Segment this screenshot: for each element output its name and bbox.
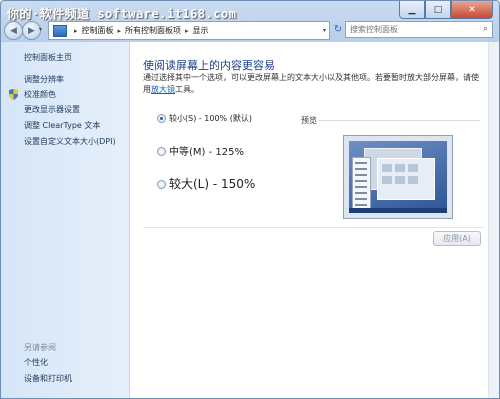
main-content: 使阅读屏幕上的内容更容易 通过选择其中一个选项，可以更改屏幕上的文本大小以及其他…	[130, 42, 488, 398]
refresh-icon[interactable]: ↻	[331, 22, 345, 37]
address-bar[interactable]: ▸ 控制面板 ▸ 所有控制面板项 ▸ 显示 ▾	[48, 21, 330, 40]
control-panel-icon	[53, 24, 67, 37]
preview-tile	[382, 176, 392, 184]
breadcrumb-control-panel[interactable]: 控制面板	[82, 25, 114, 36]
preview-tile	[408, 176, 418, 184]
breadcrumb-all-items[interactable]: 所有控制面板项	[125, 25, 181, 36]
preview-start-menu	[352, 157, 371, 211]
option-larger-label[interactable]: 较大(L) - 150%	[169, 175, 255, 192]
close-button[interactable]: ✕	[451, 1, 493, 19]
see-also-title: 另请参阅	[24, 343, 56, 352]
sidebar-item-personalization[interactable]: 个性化	[24, 357, 48, 368]
breadcrumb-separator-icon[interactable]: ▸	[74, 27, 78, 35]
breadcrumb-separator-icon[interactable]: ▸	[185, 27, 189, 35]
page-title: 使阅读屏幕上的内容更容易	[143, 59, 275, 72]
minimize-button[interactable]: ▁	[399, 1, 425, 19]
search-box[interactable]: ⌕	[345, 21, 493, 38]
sidebar-item-devices-printers[interactable]: 设备和打印机	[24, 373, 72, 384]
sidebar-item-resolution[interactable]: 调整分辨率	[24, 74, 64, 85]
maximize-button[interactable]: □	[425, 1, 451, 19]
preview-divider	[319, 120, 480, 121]
preview-taskbar	[349, 208, 447, 213]
preview-label: 预览	[301, 116, 317, 125]
preview-window-front	[377, 158, 435, 200]
preview-tile	[408, 164, 418, 172]
preview-screen	[349, 141, 447, 213]
sidebar-item-cleartype[interactable]: 调整 ClearType 文本	[24, 120, 100, 131]
magnifier-link[interactable]: 放大镜	[151, 85, 175, 94]
option-medium-label[interactable]: 中等(M) - 125%	[169, 143, 244, 158]
breadcrumb-display[interactable]: 显示	[193, 25, 209, 36]
radio-medium[interactable]	[157, 147, 166, 156]
radio-smaller[interactable]	[157, 114, 166, 123]
control-panel-window: 你的·软件频道 software.it168.com ▁ □ ✕ ◀ ▶ ▾ ▸…	[0, 0, 500, 399]
apply-divider	[143, 227, 483, 228]
search-icon[interactable]: ⌕	[483, 24, 488, 34]
preview-tile	[395, 164, 405, 172]
navigation-bar: ◀ ▶ ▾ ▸ 控制面板 ▸ 所有控制面板项 ▸ 显示 ▾ ↻ ⌕	[1, 19, 499, 41]
search-input[interactable]	[346, 22, 470, 36]
sidebar: 控制面板主页 调整分辨率 校准颜色 更改显示器设置 调整 ClearType 文…	[1, 42, 130, 398]
preview-tile	[382, 164, 392, 172]
radio-larger[interactable]	[157, 180, 166, 189]
recent-pages-dropdown[interactable]: ▾	[39, 26, 42, 33]
vertical-scrollbar[interactable]	[488, 42, 499, 398]
address-dropdown-icon[interactable]: ▾	[323, 27, 326, 34]
preview-image	[343, 135, 453, 219]
sidebar-item-home[interactable]: 控制面板主页	[24, 52, 72, 63]
sidebar-item-calibrate-color[interactable]: 校准颜色	[24, 89, 56, 100]
shield-icon	[9, 89, 18, 100]
option-smaller-label[interactable]: 较小(S) - 100% (默认)	[169, 113, 252, 124]
page-description: 通过选择其中一个选项，可以更改屏幕上的文本大小以及其他项。若要暂时放大部分屏幕，…	[143, 72, 483, 96]
sidebar-item-custom-dpi[interactable]: 设置自定义文本大小(DPI)	[24, 136, 116, 147]
preview-tile	[395, 176, 405, 184]
back-button[interactable]: ◀	[4, 21, 23, 40]
description-end: 工具。	[175, 85, 199, 94]
window-controls: ▁ □ ✕	[399, 1, 493, 19]
apply-button[interactable]: 应用(A)	[433, 231, 481, 246]
sidebar-item-display-settings[interactable]: 更改显示器设置	[24, 104, 80, 115]
breadcrumb-separator-icon[interactable]: ▸	[118, 27, 122, 35]
